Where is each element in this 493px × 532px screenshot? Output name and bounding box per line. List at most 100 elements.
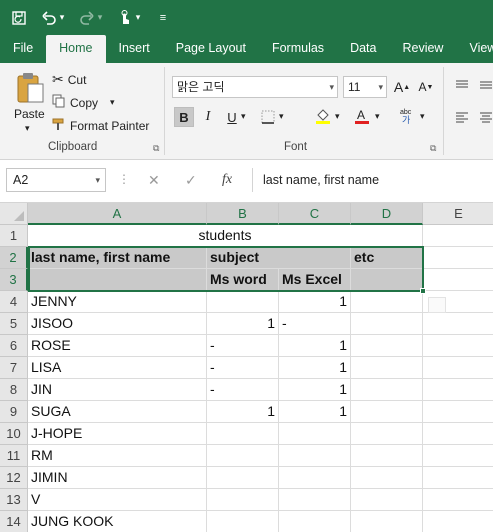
decrease-font-size-icon[interactable]: A ▼ — [416, 77, 436, 97]
cell-ms-word[interactable]: - — [207, 357, 279, 379]
cell[interactable] — [351, 269, 423, 291]
cell-header-subject[interactable]: subject — [207, 247, 279, 269]
borders-dropdown-icon[interactable]: ▾ — [279, 111, 284, 122]
tab-home[interactable]: Home — [46, 35, 106, 63]
cell-header-etc[interactable]: etc — [351, 247, 423, 269]
cell-etc[interactable] — [351, 445, 423, 467]
tab-data[interactable]: Data — [337, 35, 389, 63]
borders-icon[interactable] — [258, 107, 278, 127]
insert-function-icon[interactable]: fx — [222, 172, 232, 188]
paste-icon[interactable] — [12, 71, 48, 105]
cell-student-name[interactable]: ROSE — [28, 335, 207, 357]
cell[interactable] — [423, 489, 493, 511]
column-header-c[interactable]: C — [279, 203, 351, 225]
cell-ms-excel[interactable]: 1 — [279, 357, 351, 379]
cell-etc[interactable] — [351, 401, 423, 423]
more-options-icon[interactable]: ⋮ — [118, 172, 130, 186]
cell[interactable] — [423, 511, 493, 532]
cell-student-name[interactable]: JIMIN — [28, 467, 207, 489]
align-top-icon[interactable] — [452, 75, 472, 95]
cell-etc[interactable] — [351, 313, 423, 335]
customize-icon[interactable]: ≡ — [152, 7, 174, 29]
cell-header-ms-excel[interactable]: Ms Excel — [279, 269, 351, 291]
cell-ms-excel[interactable]: 1 — [279, 335, 351, 357]
row-header[interactable]: 11 — [0, 445, 28, 467]
cell-etc[interactable] — [351, 291, 423, 313]
cell-student-name[interactable]: JUNG KOOK — [28, 511, 207, 532]
cell-ms-excel[interactable] — [279, 489, 351, 511]
font-name-select[interactable]: 맑은 고딕 ▾ — [172, 76, 338, 98]
column-header-b[interactable]: B — [207, 203, 279, 225]
cell-header-name[interactable]: last name, first name — [28, 247, 207, 269]
cell[interactable] — [423, 357, 493, 379]
row-header[interactable]: 4 — [0, 291, 28, 313]
cell-ms-word[interactable]: 1 — [207, 313, 279, 335]
cell-ms-excel[interactable]: - — [279, 313, 351, 335]
cell-ms-excel[interactable] — [279, 511, 351, 532]
align-center-icon[interactable] — [476, 107, 493, 127]
row-header[interactable]: 12 — [0, 467, 28, 489]
cell-header-ms-word[interactable]: Ms word — [207, 269, 279, 291]
cell-ms-word[interactable] — [207, 423, 279, 445]
row-header[interactable]: 13 — [0, 489, 28, 511]
column-header-a[interactable]: A — [28, 203, 207, 225]
cell-student-name[interactable]: JIN — [28, 379, 207, 401]
enter-icon[interactable]: ✓ — [185, 172, 197, 189]
font-color-icon[interactable]: A — [352, 106, 372, 126]
row-header[interactable]: 9 — [0, 401, 28, 423]
row-header[interactable]: 1 — [0, 225, 28, 247]
touch-mode-dropdown-icon[interactable]: ▾ — [132, 7, 144, 29]
column-header-e[interactable]: E — [423, 203, 493, 225]
tab-page-layout[interactable]: Page Layout — [163, 35, 259, 63]
cell-ms-word[interactable] — [207, 511, 279, 532]
copy-button[interactable]: Copy ▾ — [52, 94, 115, 111]
cell[interactable] — [423, 423, 493, 445]
row-header[interactable]: 10 — [0, 423, 28, 445]
row-header[interactable]: 3 — [0, 269, 28, 291]
cell-title-students[interactable]: students — [28, 225, 423, 247]
tab-file[interactable]: File — [0, 35, 46, 63]
cell-etc[interactable] — [351, 357, 423, 379]
cell-etc[interactable] — [351, 511, 423, 532]
cell[interactable] — [423, 467, 493, 489]
fill-color-icon[interactable] — [313, 106, 333, 126]
cell-ms-excel[interactable]: 1 — [279, 379, 351, 401]
cell-ms-word[interactable]: - — [207, 335, 279, 357]
select-all-button[interactable] — [0, 203, 28, 225]
cell-ms-word[interactable] — [207, 291, 279, 313]
cell-etc[interactable] — [351, 379, 423, 401]
tab-view[interactable]: View — [456, 35, 493, 63]
row-header[interactable]: 8 — [0, 379, 28, 401]
cell[interactable] — [423, 269, 493, 291]
font-size-select[interactable]: 11 ▾ — [343, 76, 387, 98]
tab-review[interactable]: Review — [389, 35, 456, 63]
cell-student-name[interactable]: JISOO — [28, 313, 207, 335]
cell-ms-excel[interactable] — [279, 467, 351, 489]
font-color-dropdown-icon[interactable]: ▾ — [375, 111, 380, 122]
cell-ms-word[interactable] — [207, 445, 279, 467]
row-header[interactable]: 6 — [0, 335, 28, 357]
phonetic-guide-icon[interactable]: abc 가 — [398, 106, 418, 126]
phonetic-dropdown-icon[interactable]: ▾ — [420, 111, 425, 122]
quick-analysis-icon[interactable] — [428, 297, 446, 313]
fill-handle[interactable] — [420, 288, 426, 294]
save-icon[interactable] — [8, 7, 30, 29]
align-middle-icon[interactable] — [476, 75, 493, 95]
cell-ms-excel[interactable]: 1 — [279, 291, 351, 313]
cell-student-name[interactable]: RM — [28, 445, 207, 467]
cell-etc[interactable] — [351, 467, 423, 489]
cell-ms-excel[interactable] — [279, 423, 351, 445]
cell-etc[interactable] — [351, 335, 423, 357]
cell-ms-word[interactable] — [207, 489, 279, 511]
row-header[interactable]: 2 — [0, 247, 28, 269]
cell-student-name[interactable]: JENNY — [28, 291, 207, 313]
row-header[interactable]: 7 — [0, 357, 28, 379]
cell-student-name[interactable]: LISA — [28, 357, 207, 379]
paste-button[interactable]: Paste — [14, 107, 45, 121]
cell-student-name[interactable]: V — [28, 489, 207, 511]
cancel-icon[interactable]: ✕ — [148, 172, 160, 189]
name-box[interactable]: A2 ▾ — [6, 168, 106, 192]
cut-button[interactable]: ✂ Cut — [52, 71, 86, 88]
cell-ms-excel[interactable]: 1 — [279, 401, 351, 423]
increase-font-size-icon[interactable]: A ▲ — [392, 77, 412, 97]
